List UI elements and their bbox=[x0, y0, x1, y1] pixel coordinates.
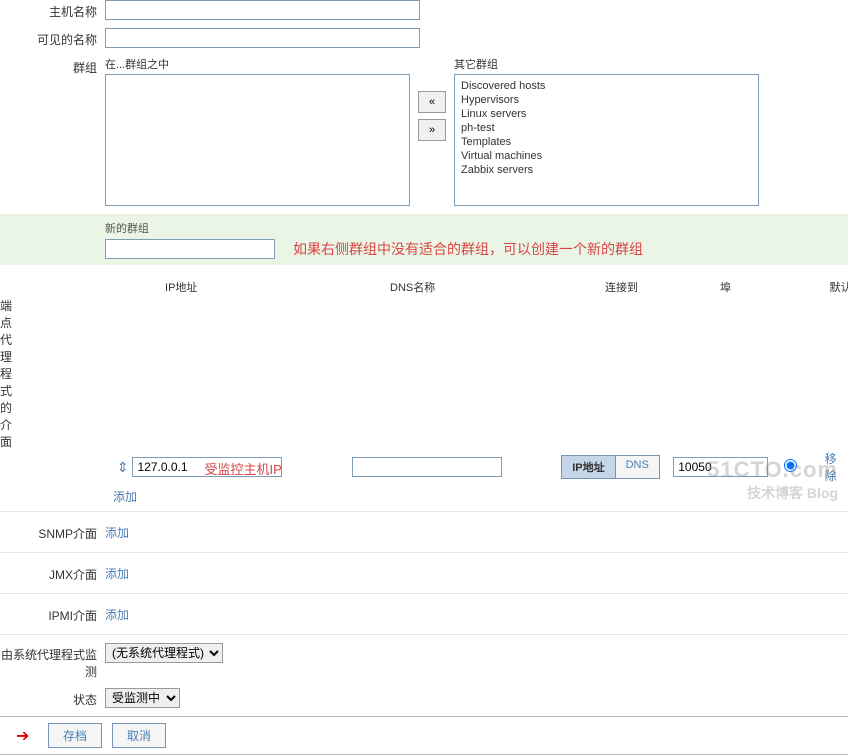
in-groups-header: 在...群组之中 bbox=[105, 56, 410, 74]
default-radio[interactable] bbox=[784, 459, 797, 472]
cancel-button[interactable]: 取消 bbox=[112, 723, 166, 748]
list-item[interactable]: Discovered hosts bbox=[459, 79, 754, 93]
add-jmx-link[interactable]: 添加 bbox=[105, 565, 129, 582]
ip-header: IP地址 bbox=[165, 279, 390, 295]
dns-header: DNS名称 bbox=[390, 279, 605, 295]
new-group-annotation: 如果右侧群组中没有适合的群组，可以创建一个新的群组 bbox=[293, 239, 643, 259]
port-header: 埠 bbox=[720, 279, 818, 295]
add-snmp-link[interactable]: 添加 bbox=[105, 524, 129, 541]
connect-header: 连接到 bbox=[605, 279, 720, 295]
default-header: 默认 bbox=[818, 279, 848, 295]
new-group-input[interactable] bbox=[105, 239, 275, 259]
new-group-header: 新的群组 bbox=[105, 220, 848, 236]
agent-iface-label: 端点代理程式的介面 bbox=[0, 279, 20, 450]
arrow-pointer-icon: ➔ bbox=[16, 726, 29, 746]
list-item[interactable]: Templates bbox=[459, 135, 754, 149]
status-select[interactable]: 受监测中 bbox=[105, 688, 180, 708]
list-item[interactable]: Hypervisors bbox=[459, 93, 754, 107]
in-groups-listbox[interactable] bbox=[105, 74, 410, 206]
groups-label: 群组 bbox=[0, 56, 105, 76]
port-input[interactable] bbox=[673, 457, 768, 477]
proxy-select[interactable]: (无系统代理程式) bbox=[105, 643, 223, 663]
add-ipmi-link[interactable]: 添加 bbox=[105, 606, 129, 623]
visiblename-input[interactable] bbox=[105, 28, 420, 48]
connect-dns-toggle[interactable]: DNS bbox=[615, 455, 660, 479]
list-item[interactable]: Virtual machines bbox=[459, 149, 754, 163]
monitored-by-label: 由系统代理程式监测 bbox=[0, 643, 105, 680]
status-label: 状态 bbox=[0, 688, 105, 708]
list-item[interactable]: Zabbix servers bbox=[459, 163, 754, 177]
dns-input[interactable] bbox=[352, 457, 502, 477]
ipmi-label: IPMI介面 bbox=[0, 604, 105, 624]
hostname-input[interactable] bbox=[105, 0, 420, 20]
list-item[interactable]: Linux servers bbox=[459, 107, 754, 121]
move-left-button[interactable]: « bbox=[418, 91, 446, 113]
drag-handle-icon[interactable]: ⇕ bbox=[113, 459, 132, 476]
connect-ip-toggle[interactable]: IP地址 bbox=[561, 455, 614, 479]
other-groups-header: 其它群组 bbox=[454, 56, 759, 74]
move-right-button[interactable]: » bbox=[418, 119, 446, 141]
ip-input[interactable] bbox=[132, 457, 282, 477]
add-agent-interface-link[interactable]: 添加 bbox=[113, 490, 137, 504]
snmp-label: SNMP介面 bbox=[0, 522, 105, 542]
visiblename-label: 可见的名称 bbox=[0, 28, 105, 48]
remove-interface-link[interactable]: 移除 bbox=[825, 450, 848, 484]
list-item[interactable]: ph-test bbox=[459, 121, 754, 135]
save-button[interactable]: 存档 bbox=[48, 723, 102, 748]
other-groups-listbox[interactable]: Discovered hosts Hypervisors Linux serve… bbox=[454, 74, 759, 206]
jmx-label: JMX介面 bbox=[0, 563, 105, 583]
hostname-label: 主机名称 bbox=[0, 0, 105, 20]
